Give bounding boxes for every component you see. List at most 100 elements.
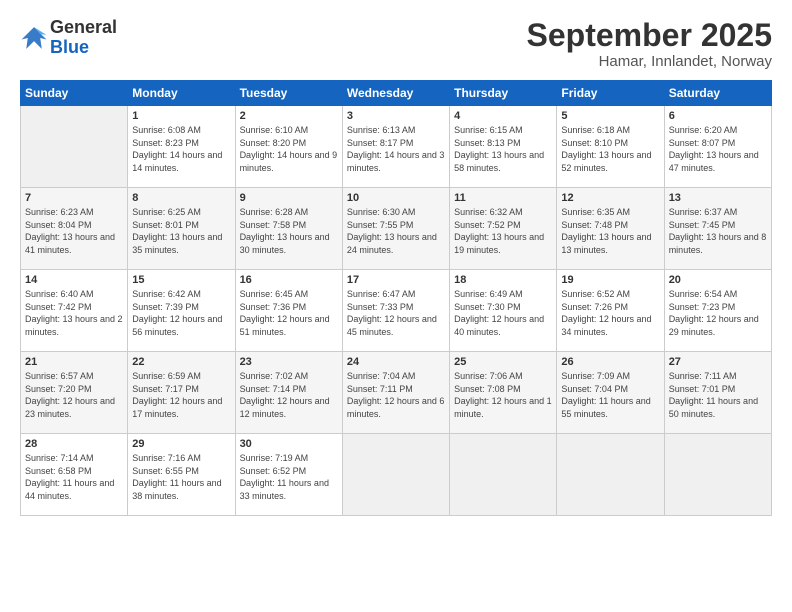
day-cell: 14 Sunrise: 6:40 AMSunset: 7:42 PMDayligh… [21, 270, 128, 352]
col-header-friday: Friday [557, 81, 664, 106]
day-cell [664, 434, 771, 516]
cell-content: Sunrise: 6:28 AMSunset: 7:58 PMDaylight:… [240, 207, 330, 255]
day-number: 8 [132, 192, 230, 204]
cell-content: Sunrise: 6:13 AMSunset: 8:17 PMDaylight:… [347, 125, 445, 173]
day-cell: 18Sunrise: 6:49 AMSunset: 7:30 PMDayligh… [450, 270, 557, 352]
day-cell: 4 Sunrise: 6:15 AMSunset: 8:13 PMDaylight… [450, 106, 557, 188]
day-number: 18 [454, 274, 552, 286]
day-number: 2 [240, 110, 338, 122]
location-subtitle: Hamar, Innlandet, Norway [527, 53, 772, 70]
day-number: 12 [561, 192, 659, 204]
day-cell: 19Sunrise: 6:52 AMSunset: 7:26 PMDayligh… [557, 270, 664, 352]
cell-content: Sunrise: 6:08 AMSunset: 8:23 PMDaylight:… [132, 125, 222, 173]
day-cell: 28 Sunrise: 7:14 AMSunset: 6:58 PMDayligh… [21, 434, 128, 516]
day-cell: 21 Sunrise: 6:57 AMSunset: 7:20 PMDayligh… [21, 352, 128, 434]
col-header-sunday: Sunday [21, 81, 128, 106]
day-cell: 20Sunrise: 6:54 AMSunset: 7:23 PMDayligh… [664, 270, 771, 352]
cell-content: Sunrise: 7:19 AMSunset: 6:52 PMDaylight:… [240, 453, 329, 501]
day-number: 24 [347, 356, 445, 368]
logo-icon [20, 24, 48, 52]
day-cell: 8 Sunrise: 6:25 AMSunset: 8:01 PMDaylight… [128, 188, 235, 270]
day-cell: 26 Sunrise: 7:09 AMSunset: 7:04 PMDayligh… [557, 352, 664, 434]
day-cell: 12 Sunrise: 6:35 AMSunset: 7:48 PMDayligh… [557, 188, 664, 270]
cell-content: Sunrise: 7:02 AMSunset: 7:14 PMDaylight:… [240, 371, 330, 419]
cell-content: Sunrise: 6:32 AMSunset: 7:52 PMDaylight:… [454, 207, 544, 255]
day-number: 28 [25, 438, 123, 450]
day-cell [557, 434, 664, 516]
day-number: 9 [240, 192, 338, 204]
day-cell: 30 Sunrise: 7:19 AMSunset: 6:52 PMDayligh… [235, 434, 342, 516]
day-cell: 24 Sunrise: 7:04 AMSunset: 7:11 PMDayligh… [342, 352, 449, 434]
calendar-page: General Blue September 2025 Hamar, Innla… [0, 0, 792, 612]
day-number: 30 [240, 438, 338, 450]
day-number: 26 [561, 356, 659, 368]
day-number: 23 [240, 356, 338, 368]
day-number: 6 [669, 110, 767, 122]
day-number: 14 [25, 274, 123, 286]
day-number: 17 [347, 274, 445, 286]
day-cell [21, 106, 128, 188]
cell-content: Sunrise: 7:16 AMSunset: 6:55 PMDaylight:… [132, 453, 221, 501]
week-row-5: 28 Sunrise: 7:14 AMSunset: 6:58 PMDayligh… [21, 434, 772, 516]
cell-content: Sunrise: 6:10 AMSunset: 8:20 PMDaylight:… [240, 125, 338, 173]
cell-content: Sunrise: 6:47 AMSunset: 7:33 PMDaylight:… [347, 289, 437, 337]
cell-content: Sunrise: 7:09 AMSunset: 7:04 PMDaylight:… [561, 371, 650, 419]
col-header-thursday: Thursday [450, 81, 557, 106]
day-cell [342, 434, 449, 516]
day-cell: 13 Sunrise: 6:37 AMSunset: 7:45 PMDayligh… [664, 188, 771, 270]
day-number: 13 [669, 192, 767, 204]
day-number: 15 [132, 274, 230, 286]
day-cell: 3 Sunrise: 6:13 AMSunset: 8:17 PMDaylight… [342, 106, 449, 188]
cell-content: Sunrise: 7:14 AMSunset: 6:58 PMDaylight:… [25, 453, 114, 501]
day-cell: 9 Sunrise: 6:28 AMSunset: 7:58 PMDaylight… [235, 188, 342, 270]
day-cell: 5 Sunrise: 6:18 AMSunset: 8:10 PMDaylight… [557, 106, 664, 188]
cell-content: Sunrise: 6:15 AMSunset: 8:13 PMDaylight:… [454, 125, 544, 173]
col-header-tuesday: Tuesday [235, 81, 342, 106]
cell-content: Sunrise: 6:54 AMSunset: 7:23 PMDaylight:… [669, 289, 759, 337]
logo-general: General [50, 18, 117, 38]
day-number: 11 [454, 192, 552, 204]
cell-content: Sunrise: 6:18 AMSunset: 8:10 PMDaylight:… [561, 125, 651, 173]
title-block: September 2025 Hamar, Innlandet, Norway [527, 18, 772, 70]
month-title: September 2025 [527, 18, 772, 53]
day-number: 29 [132, 438, 230, 450]
logo: General Blue [20, 18, 117, 58]
day-cell: 1Sunrise: 6:08 AMSunset: 8:23 PMDaylight… [128, 106, 235, 188]
day-cell: 7 Sunrise: 6:23 AMSunset: 8:04 PMDaylight… [21, 188, 128, 270]
calendar-table: SundayMondayTuesdayWednesdayThursdayFrid… [20, 80, 772, 516]
day-number: 21 [25, 356, 123, 368]
cell-content: Sunrise: 6:30 AMSunset: 7:55 PMDaylight:… [347, 207, 437, 255]
day-number: 3 [347, 110, 445, 122]
cell-content: Sunrise: 7:11 AMSunset: 7:01 PMDaylight:… [669, 371, 758, 419]
cell-content: Sunrise: 6:20 AMSunset: 8:07 PMDaylight:… [669, 125, 759, 173]
day-number: 16 [240, 274, 338, 286]
day-number: 22 [132, 356, 230, 368]
day-number: 5 [561, 110, 659, 122]
day-cell: 2 Sunrise: 6:10 AMSunset: 8:20 PMDaylight… [235, 106, 342, 188]
cell-content: Sunrise: 6:40 AMSunset: 7:42 PMDaylight:… [25, 289, 123, 337]
cell-content: Sunrise: 6:42 AMSunset: 7:39 PMDaylight:… [132, 289, 222, 337]
day-cell [450, 434, 557, 516]
cell-content: Sunrise: 6:59 AMSunset: 7:17 PMDaylight:… [132, 371, 222, 419]
header: General Blue September 2025 Hamar, Innla… [20, 18, 772, 70]
col-header-wednesday: Wednesday [342, 81, 449, 106]
day-number: 7 [25, 192, 123, 204]
cell-content: Sunrise: 7:04 AMSunset: 7:11 PMDaylight:… [347, 371, 445, 419]
day-cell: 6 Sunrise: 6:20 AMSunset: 8:07 PMDaylight… [664, 106, 771, 188]
cell-content: Sunrise: 6:37 AMSunset: 7:45 PMDaylight:… [669, 207, 767, 255]
cell-content: Sunrise: 6:23 AMSunset: 8:04 PMDaylight:… [25, 207, 115, 255]
col-header-monday: Monday [128, 81, 235, 106]
col-header-saturday: Saturday [664, 81, 771, 106]
day-number: 19 [561, 274, 659, 286]
day-cell: 17 Sunrise: 6:47 AMSunset: 7:33 PMDayligh… [342, 270, 449, 352]
cell-content: Sunrise: 6:25 AMSunset: 8:01 PMDaylight:… [132, 207, 222, 255]
week-row-1: 1Sunrise: 6:08 AMSunset: 8:23 PMDaylight… [21, 106, 772, 188]
cell-content: Sunrise: 6:35 AMSunset: 7:48 PMDaylight:… [561, 207, 651, 255]
day-number: 4 [454, 110, 552, 122]
day-number: 27 [669, 356, 767, 368]
day-cell: 16Sunrise: 6:45 AMSunset: 7:36 PMDayligh… [235, 270, 342, 352]
day-cell: 22 Sunrise: 6:59 AMSunset: 7:17 PMDayligh… [128, 352, 235, 434]
cell-content: Sunrise: 6:57 AMSunset: 7:20 PMDaylight:… [25, 371, 115, 419]
day-cell: 11 Sunrise: 6:32 AMSunset: 7:52 PMDayligh… [450, 188, 557, 270]
day-number: 10 [347, 192, 445, 204]
